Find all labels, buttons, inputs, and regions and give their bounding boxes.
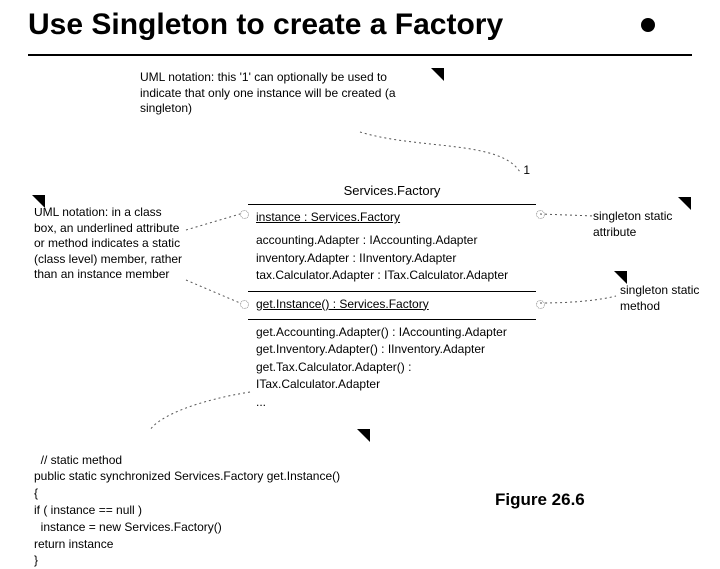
uml-attr: inventory.Adapter : IInventory.Adapter xyxy=(256,250,528,267)
note-fold-icon xyxy=(678,197,691,210)
note-fold-icon xyxy=(431,68,444,81)
anchor-icon xyxy=(536,210,545,219)
uml-attributes: instance : Services.Factory accounting.A… xyxy=(248,205,536,291)
code-text: // static method public static synchroni… xyxy=(34,453,340,568)
uml-methods-other: get.Accounting.Adapter() : IAccounting.A… xyxy=(248,320,536,417)
uml-class-name: 1 Services.Factory xyxy=(248,179,536,204)
anchor-icon xyxy=(240,300,249,309)
uml-method: get.Tax.Calculator.Adapter() : ITax.Calc… xyxy=(256,359,528,394)
note-top: UML notation: this '1' can optionally be… xyxy=(140,70,430,117)
uml-method: get.Inventory.Adapter() : IInventory.Ada… xyxy=(256,341,528,358)
note-fold-icon xyxy=(344,412,357,425)
uml-attr: tax.Calculator.Adapter : ITax.Calculator… xyxy=(256,267,528,284)
anchor-icon xyxy=(536,300,545,309)
uml-attr: accounting.Adapter : IAccounting.Adapter xyxy=(256,232,528,249)
note-right-a: singleton static attribute xyxy=(593,209,703,240)
uml-multiplicity: 1 xyxy=(523,163,530,177)
uml-attr-static: instance : Services.Factory xyxy=(256,209,528,226)
page-title: Use Singleton to create a Factory xyxy=(28,8,503,42)
note-right-a-text: singleton static attribute xyxy=(593,209,672,239)
uml-methods: get.Instance() : Services.Factory xyxy=(248,292,536,319)
note-right-b: singleton static method xyxy=(620,283,700,314)
note-left: UML notation: in a class box, an underli… xyxy=(34,205,184,283)
title-bullet-icon xyxy=(641,18,655,32)
note-fold-icon xyxy=(614,271,627,284)
code-comment: // static method public static synchroni… xyxy=(34,418,340,569)
uml-method: ... xyxy=(256,394,528,411)
note-right-b-text: singleton static method xyxy=(620,283,699,313)
anchor-icon xyxy=(240,210,249,219)
title-underline xyxy=(28,54,692,56)
uml-method: get.Accounting.Adapter() : IAccounting.A… xyxy=(256,324,528,341)
figure-caption: Figure 26.6 xyxy=(495,490,585,510)
note-fold-icon xyxy=(32,195,45,208)
uml-class-box: 1 Services.Factory instance : Services.F… xyxy=(248,179,536,417)
note-top-text: UML notation: this '1' can optionally be… xyxy=(140,70,396,115)
note-left-text: UML notation: in a class box, an underli… xyxy=(34,205,182,281)
uml-method-static: get.Instance() : Services.Factory xyxy=(256,296,528,313)
